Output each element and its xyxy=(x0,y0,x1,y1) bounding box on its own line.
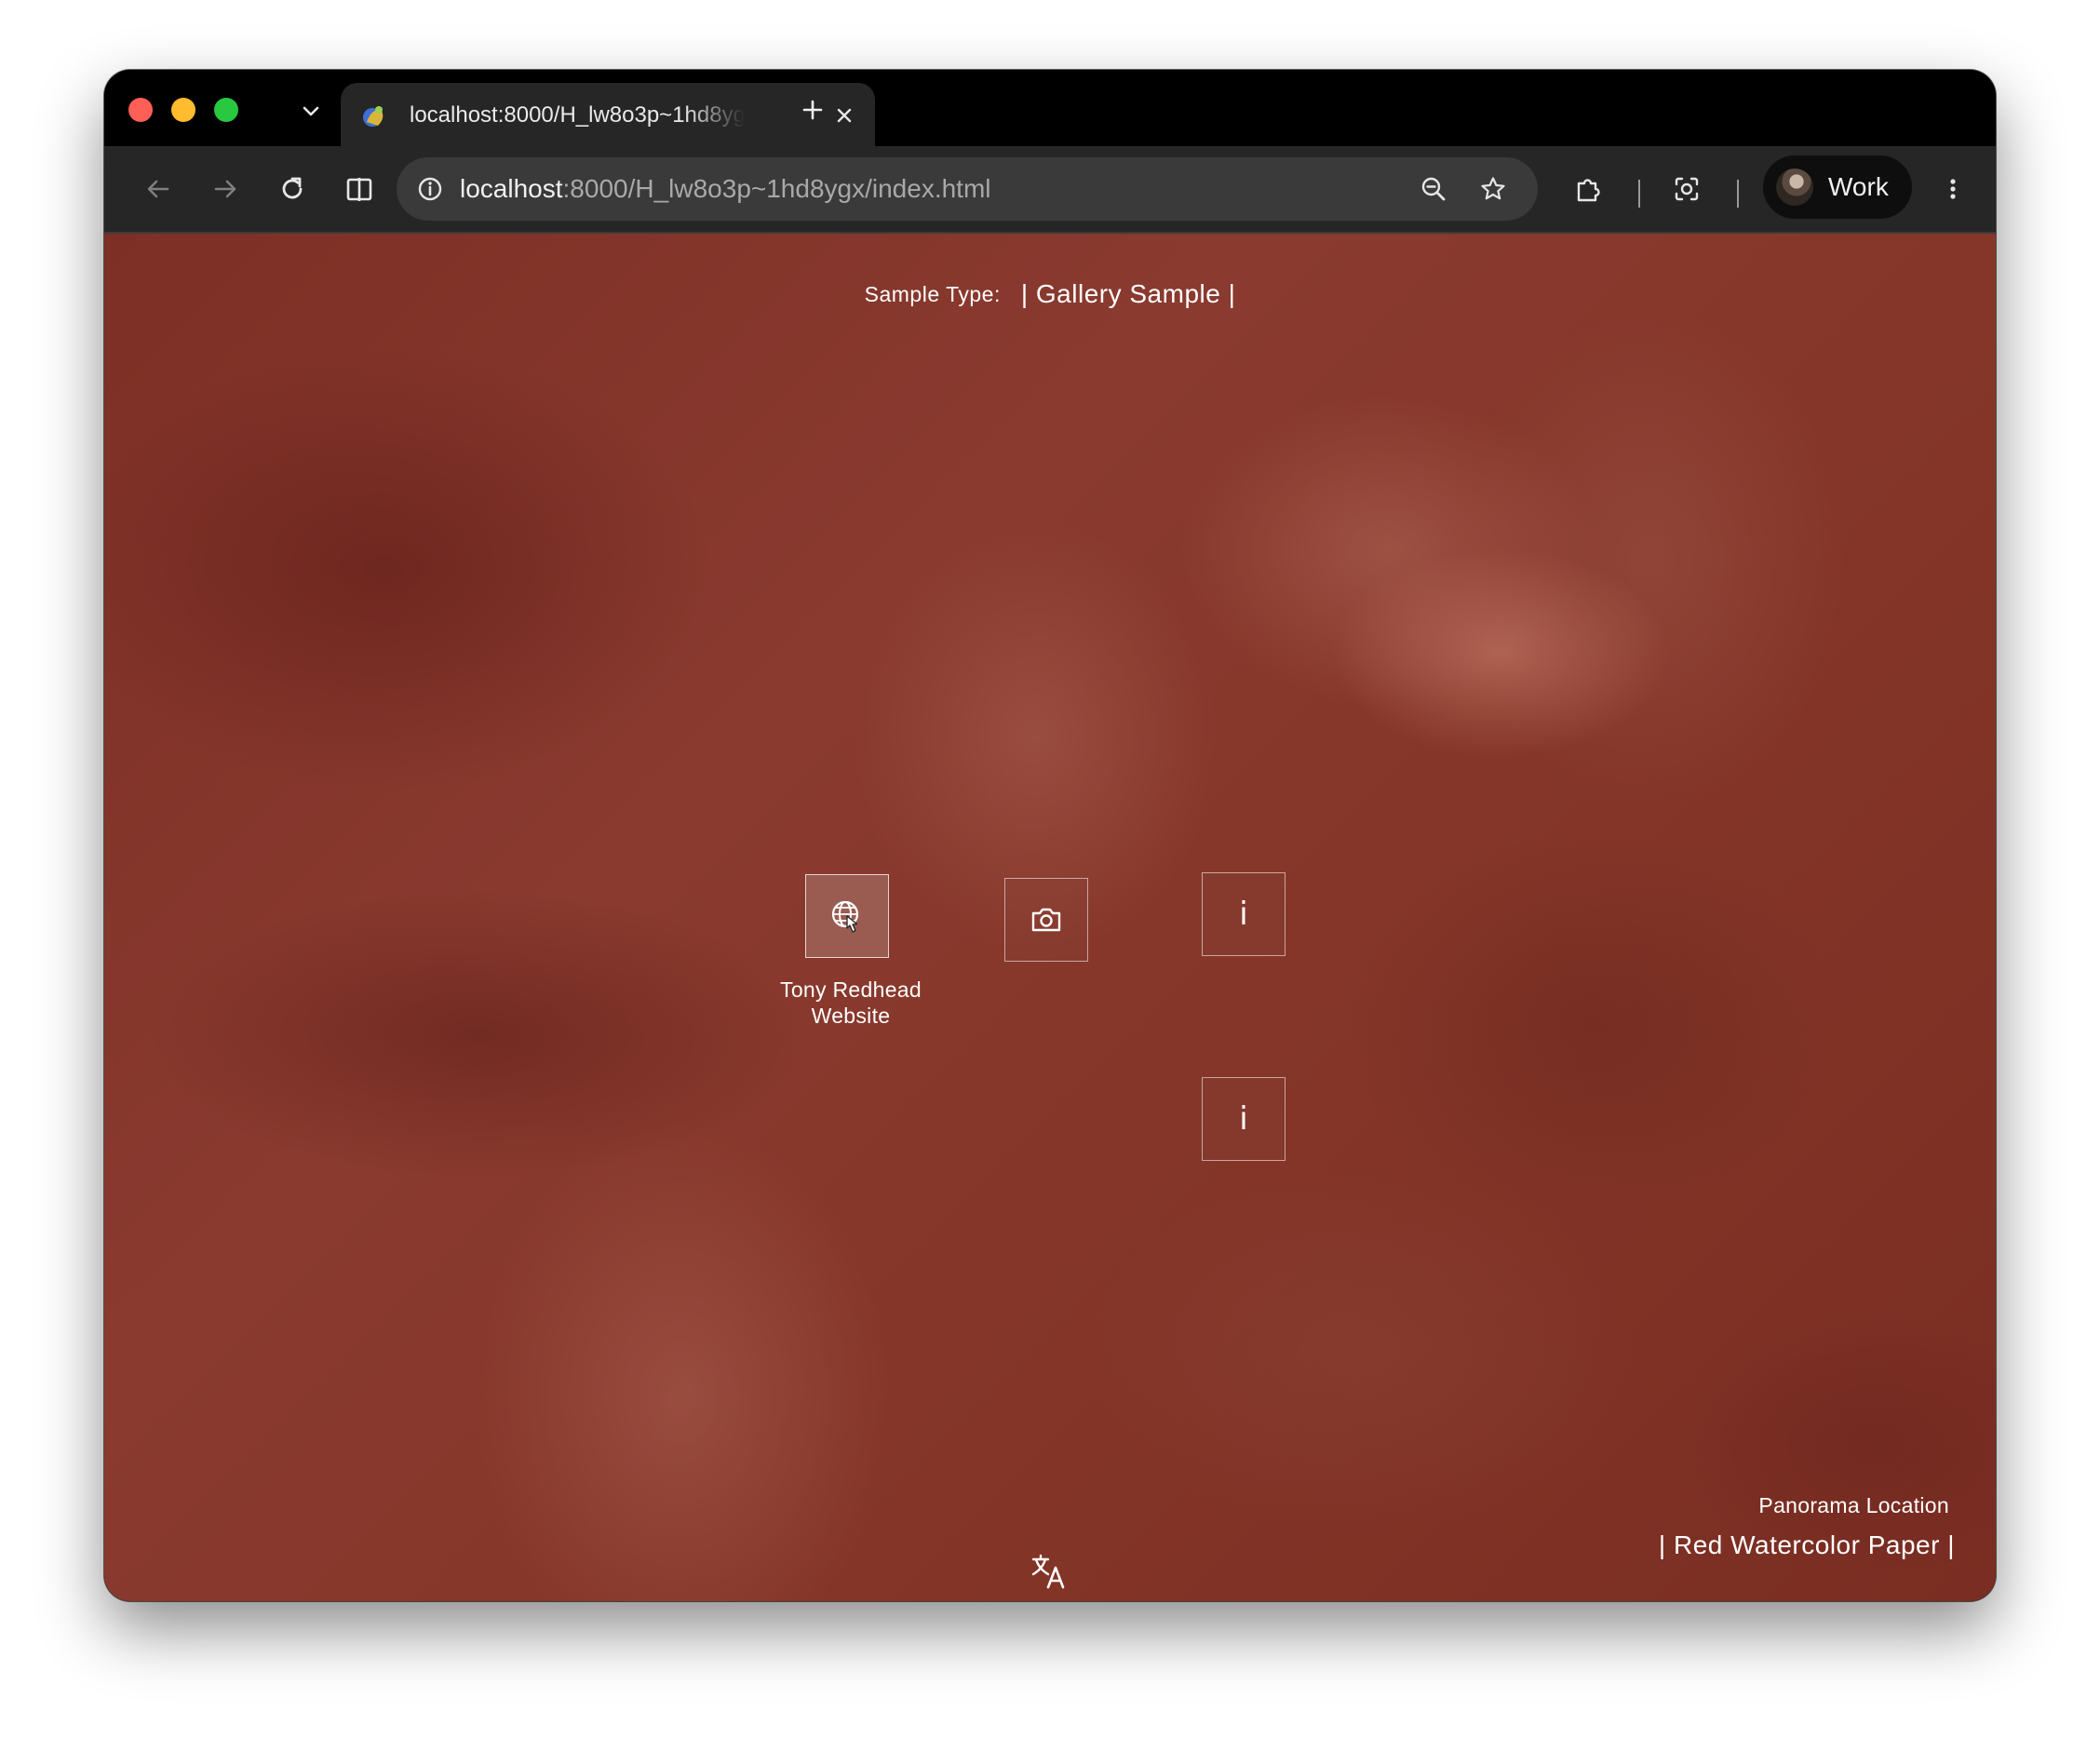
star-icon xyxy=(1481,177,1505,200)
arrow-left-icon xyxy=(147,180,169,198)
profile-button[interactable]: Work xyxy=(1763,155,1912,219)
toolbar-separator xyxy=(1638,180,1640,208)
info-icon: i xyxy=(1239,1100,1248,1138)
tab-close-button[interactable] xyxy=(830,101,858,129)
zoom-button[interactable] xyxy=(1415,170,1452,208)
panorama-location-value[interactable]: | Red Watercolor Paper | xyxy=(1659,1527,1955,1564)
new-tab-button[interactable] xyxy=(791,88,834,131)
reload-button[interactable] xyxy=(270,167,315,211)
translate-icon xyxy=(1031,1554,1065,1589)
tab-strip: localhost:8000/H_lw8o3p~1hd8ygx/index.ht… xyxy=(104,70,1996,146)
screenshot-button[interactable] xyxy=(1664,167,1709,211)
globe-icon xyxy=(831,900,859,933)
panorama-location: Panorama Location | Red Watercolor Paper… xyxy=(1659,1491,1955,1564)
sample-type-header: Sample Type: | Gallery Sample | xyxy=(104,234,1996,355)
panorama-location-label: Panorama Location xyxy=(1758,1493,1949,1517)
window-maximize-button[interactable] xyxy=(214,98,238,122)
avatar xyxy=(1776,169,1813,206)
language-button[interactable] xyxy=(1028,1550,1070,1593)
hotspot-website-caption: Tony Redhead Website xyxy=(748,977,953,1029)
extensions-button[interactable] xyxy=(1566,167,1610,211)
tab-title: localhost:8000/H_lw8o3p~1hd8ygx/index.ht… xyxy=(410,102,745,128)
info-circle-icon xyxy=(418,177,442,201)
screen-capture-icon xyxy=(1675,177,1699,201)
puzzle-piece-icon xyxy=(1577,179,1600,202)
url-path: :8000/H_lw8o3p~1hd8ygx/index.html xyxy=(562,174,991,203)
info-icon: i xyxy=(1239,896,1248,933)
hotspot-caption-line: Website xyxy=(811,1004,891,1028)
sample-type-value[interactable]: | Gallery Sample | xyxy=(1021,279,1236,309)
browser-menu-button[interactable] xyxy=(1931,167,1975,211)
site-info-button[interactable] xyxy=(411,170,449,208)
close-icon xyxy=(837,108,852,123)
sample-type-label: Sample Type: xyxy=(864,281,1001,306)
split-view-icon xyxy=(346,178,372,201)
plus-icon xyxy=(802,100,823,120)
browser-toolbar: localhost:8000/H_lw8o3p~1hd8ygx/index.ht… xyxy=(104,146,1996,234)
reload-icon xyxy=(282,177,303,199)
toolbar-separator xyxy=(1737,180,1739,208)
bookmark-button[interactable] xyxy=(1474,170,1512,208)
hotspot-camera[interactable] xyxy=(1004,878,1088,962)
forward-button[interactable] xyxy=(203,167,248,211)
hotspot-info[interactable]: i xyxy=(1202,1077,1286,1161)
zoom-out-icon xyxy=(1421,177,1446,201)
hotspot-caption-line: Tony Redhead xyxy=(780,977,922,1002)
panorama-viewport[interactable]: Sample Type: | Gallery Sample | Tony Red… xyxy=(104,234,1996,1601)
back-button[interactable] xyxy=(136,167,181,211)
chevron-down-icon xyxy=(303,106,319,116)
url-host: localhost xyxy=(460,174,563,203)
browser-window: localhost:8000/H_lw8o3p~1hd8ygx/index.ht… xyxy=(104,70,1996,1601)
split-view-button[interactable] xyxy=(337,167,382,211)
address-bar[interactable]: localhost:8000/H_lw8o3p~1hd8ygx/index.ht… xyxy=(397,157,1538,221)
url-text[interactable]: localhost:8000/H_lw8o3p~1hd8ygx/index.ht… xyxy=(460,172,991,206)
tab-search-button[interactable] xyxy=(289,88,333,133)
arrow-right-icon xyxy=(214,180,236,198)
more-vertical-icon xyxy=(1950,179,1956,199)
profile-label: Work xyxy=(1828,172,1889,201)
site-favicon-icon xyxy=(363,106,384,127)
window-minimize-button[interactable] xyxy=(171,98,195,122)
window-close-button[interactable] xyxy=(128,98,153,122)
hotspot-website[interactable] xyxy=(805,874,889,958)
camera-icon xyxy=(1031,908,1061,932)
hotspot-info[interactable]: i xyxy=(1202,872,1286,956)
